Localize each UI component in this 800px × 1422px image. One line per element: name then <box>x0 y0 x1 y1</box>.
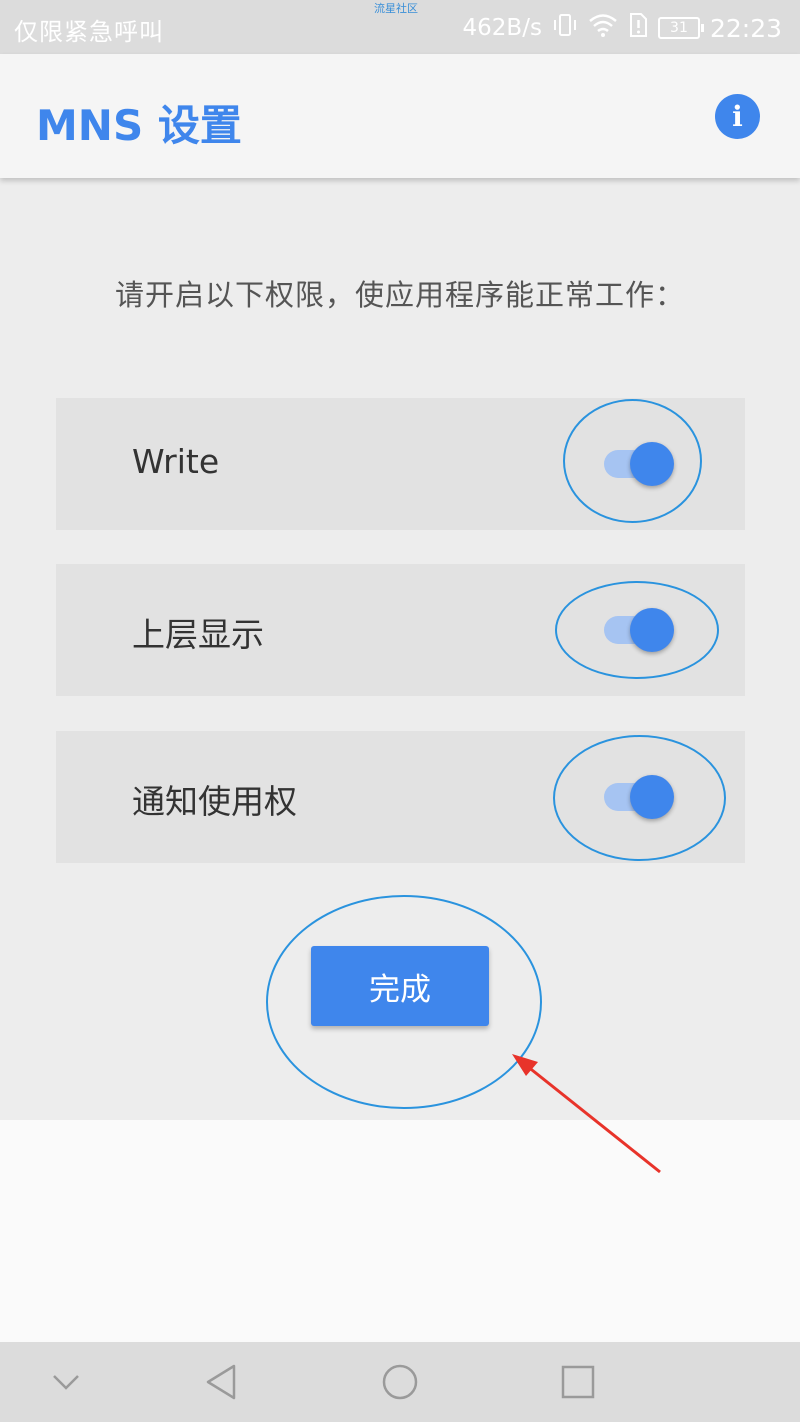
status-bar: 仅限紧急呼叫 流星社区 462B/s 31 22:23 <box>0 0 800 54</box>
screen: 仅限紧急呼叫 流星社区 462B/s 31 22:23 MNS 设置 i 请开启… <box>0 0 800 1422</box>
permission-label: 通知使用权 <box>132 782 297 821</box>
home-icon[interactable] <box>380 1362 420 1402</box>
navigation-bar <box>0 1342 800 1422</box>
back-icon[interactable] <box>202 1362 242 1402</box>
app-bar: MNS 设置 i <box>0 54 800 178</box>
page-title: MNS 设置 <box>36 101 242 150</box>
chevron-down-icon[interactable] <box>46 1362 86 1402</box>
vibrate-icon <box>552 12 578 44</box>
permissions-panel: 请开启以下权限，使应用程序能正常工作： Write 上层显示 通知使用权 完成 <box>0 178 800 1120</box>
wifi-icon <box>588 12 618 44</box>
carrier-text: 仅限紧急呼叫 <box>14 18 164 46</box>
info-icon[interactable]: i <box>715 94 760 139</box>
permission-label: Write <box>132 442 220 481</box>
annotation-circle <box>553 735 726 861</box>
clock: 22:23 <box>709 13 782 43</box>
permission-label: 上层显示 <box>132 615 264 654</box>
battery-icon: 31 <box>657 17 704 39</box>
watermark-text: 流星社区 <box>374 2 418 15</box>
annotation-circle <box>555 581 719 679</box>
done-button[interactable]: 完成 <box>311 946 489 1026</box>
recents-icon[interactable] <box>558 1362 598 1402</box>
annotation-arrow <box>512 1054 661 1174</box>
status-icons: 462B/s 31 22:23 <box>463 12 782 44</box>
sim-alert-icon <box>628 12 648 44</box>
permission-prompt: 请开启以下权限，使应用程序能正常工作： <box>114 278 685 312</box>
annotation-circle <box>563 399 702 523</box>
network-speed: 462B/s <box>462 15 542 41</box>
